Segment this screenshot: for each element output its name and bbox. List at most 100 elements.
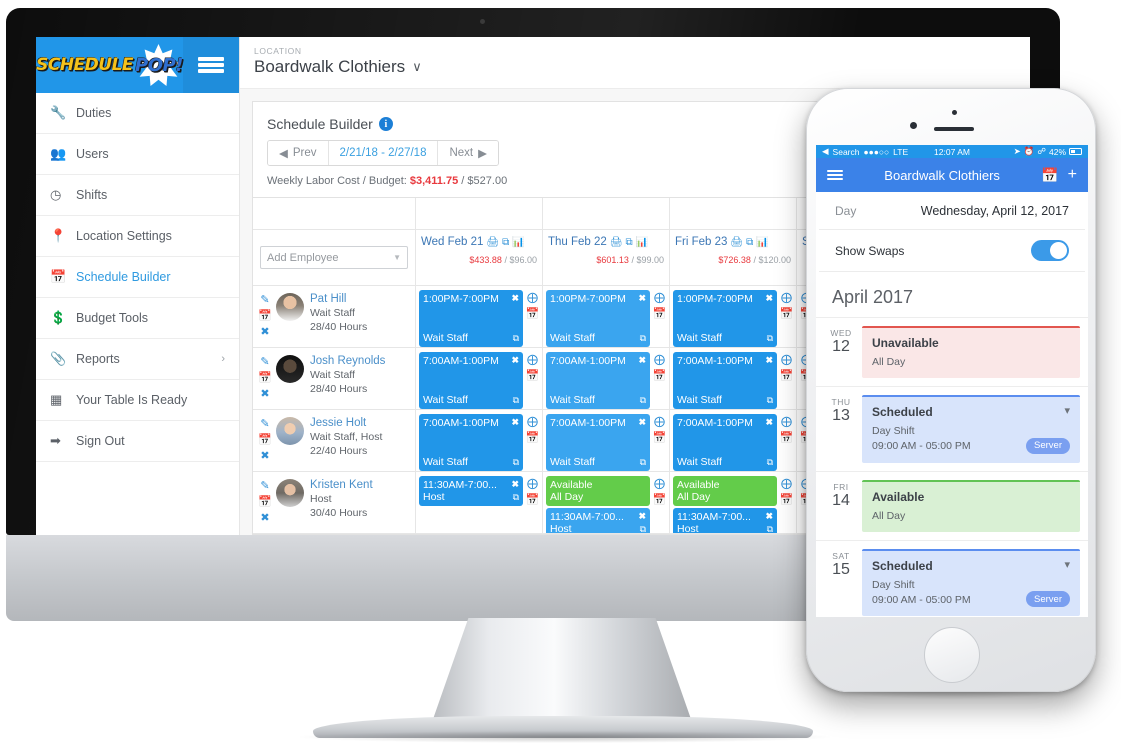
- add-shift-icon[interactable]: ⨁: [781, 353, 792, 366]
- hamburger-icon[interactable]: [183, 37, 239, 93]
- edit-icon[interactable]: ✎: [260, 293, 269, 306]
- shift-cell[interactable]: 11:30AM-7:00... ✖ Host ⧉ ⨁ 📅: [416, 472, 542, 534]
- shift-block[interactable]: 11:30AM-7:00... ✖ Host ⧉: [419, 476, 523, 506]
- calendar-icon[interactable]: 📅: [780, 431, 794, 444]
- chart-icon[interactable]: 📊: [636, 237, 648, 248]
- chevron-down-icon[interactable]: ▾: [1064, 404, 1070, 417]
- sidebar-item-schedule-builder[interactable]: 📅 Schedule Builder: [36, 257, 239, 298]
- show-swaps-toggle[interactable]: [1031, 240, 1069, 261]
- shift-cell[interactable]: 1:00PM-7:00PM ✖ Wait Staff ⧉ ⨁ 📅: [416, 286, 542, 348]
- copy-icon[interactable]: ⧉: [513, 492, 519, 503]
- add-shift-icon[interactable]: ⨁: [654, 415, 665, 428]
- shift-block[interactable]: 11:30AM-7:00... ✖ Host ⧉: [673, 508, 777, 533]
- calendar-icon[interactable]: 📅: [526, 369, 540, 382]
- copy-icon[interactable]: ⧉: [640, 333, 646, 344]
- calendar-icon[interactable]: 📅: [653, 369, 667, 382]
- sidebar-item-duties[interactable]: 🔧 Duties: [36, 93, 239, 134]
- copy-icon[interactable]: ⧉: [513, 457, 519, 468]
- entry-card[interactable]: Scheduled Day Shift 09:00 AM - 05:00 PM …: [862, 548, 1080, 617]
- add-shift-icon[interactable]: ⨁: [654, 291, 665, 304]
- printer-icon[interactable]: 🖨: [486, 237, 499, 248]
- add-shift-icon[interactable]: ⨁: [527, 477, 538, 490]
- sidebar-item-users[interactable]: 👥 Users: [36, 134, 239, 175]
- delete-shift-icon[interactable]: ✖: [511, 417, 519, 428]
- home-button[interactable]: [924, 627, 980, 683]
- calendar-icon[interactable]: 📅: [258, 309, 272, 322]
- employee-name[interactable]: Pat Hill: [310, 292, 367, 307]
- calendar-icon[interactable]: 📅: [1041, 167, 1058, 184]
- calendar-icon[interactable]: 📅: [653, 431, 667, 444]
- delete-shift-icon[interactable]: ✖: [511, 293, 519, 304]
- schedule-entry[interactable]: FRI 14 Available All Day: [816, 470, 1088, 540]
- copy-icon[interactable]: ⧉: [626, 237, 633, 248]
- copy-icon[interactable]: ⧉: [767, 457, 773, 468]
- add-shift-icon[interactable]: ⨁: [654, 353, 665, 366]
- delete-shift-icon[interactable]: ✖: [765, 355, 773, 366]
- delete-shift-icon[interactable]: ✖: [765, 293, 773, 304]
- shift-block[interactable]: 7:00AM-1:00PM ✖ Wait Staff ⧉: [673, 352, 777, 409]
- entry-card[interactable]: Available All Day: [862, 479, 1080, 532]
- edit-icon[interactable]: ✎: [260, 355, 269, 368]
- calendar-icon[interactable]: 📅: [526, 307, 540, 320]
- chart-icon[interactable]: 📊: [756, 237, 768, 248]
- shift-block[interactable]: 7:00AM-1:00PM ✖ Wait Staff ⧉: [419, 352, 523, 409]
- sidebar-item-your-table-is-ready[interactable]: ▦ Your Table Is Ready: [36, 380, 239, 421]
- sidebar-item-sign-out[interactable]: ➡ Sign Out: [36, 421, 239, 462]
- remove-icon[interactable]: ✖: [260, 511, 269, 524]
- shift-block[interactable]: 11:30AM-7:00... ✖ Host ⧉: [546, 508, 650, 533]
- delete-shift-icon[interactable]: ✖: [638, 511, 646, 522]
- shift-cell[interactable]: 7:00AM-1:00PM ✖ Wait Staff ⧉ ⨁ 📅: [543, 410, 669, 472]
- calendar-icon[interactable]: 📅: [653, 307, 667, 320]
- sidebar-item-budget-tools[interactable]: 💲 Budget Tools: [36, 298, 239, 339]
- day-row[interactable]: Day Wednesday, April 12, 2017: [819, 192, 1085, 230]
- add-shift-icon[interactable]: ⨁: [527, 291, 538, 304]
- remove-icon[interactable]: ✖: [260, 325, 269, 338]
- add-employee-select[interactable]: Add Employee ▼: [260, 246, 408, 269]
- schedule-entry[interactable]: SAT 15 Scheduled Day Shift 09:00 AM - 05…: [816, 539, 1088, 617]
- shift-block[interactable]: 1:00PM-7:00PM ✖ Wait Staff ⧉: [419, 290, 523, 347]
- shift-cell[interactable]: 1:00PM-7:00PM ✖ Wait Staff ⧉ ⨁ 📅: [543, 286, 669, 348]
- calendar-icon[interactable]: 📅: [780, 493, 794, 506]
- shift-cell[interactable]: 1:00PM-7:00PM ✖ Wait Staff ⧉ ⨁ 📅: [670, 286, 796, 348]
- remove-icon[interactable]: ✖: [260, 387, 269, 400]
- add-shift-icon[interactable]: ⨁: [781, 477, 792, 490]
- calendar-icon[interactable]: 📅: [780, 369, 794, 382]
- shift-cell[interactable]: 7:00AM-1:00PM ✖ Wait Staff ⧉ ⨁ 📅: [670, 348, 796, 410]
- add-icon[interactable]: +: [1068, 166, 1077, 184]
- calendar-icon[interactable]: 📅: [258, 371, 272, 384]
- shift-block[interactable]: 7:00AM-1:00PM ✖ Wait Staff ⧉: [419, 414, 523, 471]
- shift-cell[interactable]: 7:00AM-1:00PM ✖ Wait Staff ⧉ ⨁ 📅: [416, 410, 542, 472]
- shift-cell[interactable]: Available All Day 11:30AM-7:00... ✖ Host ⧉: [670, 472, 796, 534]
- calendar-icon[interactable]: 📅: [653, 493, 667, 506]
- copy-icon[interactable]: ⧉: [640, 395, 646, 406]
- delete-shift-icon[interactable]: ✖: [765, 417, 773, 428]
- calendar-icon[interactable]: 📅: [526, 431, 540, 444]
- edit-icon[interactable]: ✎: [260, 417, 269, 430]
- sidebar-item-reports[interactable]: 📎 Reports ›: [36, 339, 239, 380]
- schedule-entry[interactable]: WED 12 Unavailable All Day: [816, 317, 1088, 386]
- add-shift-icon[interactable]: ⨁: [654, 477, 665, 490]
- chevron-down-icon[interactable]: ▾: [1064, 558, 1070, 571]
- employee-name[interactable]: Jessie Holt: [310, 416, 382, 431]
- employee-name[interactable]: Josh Reynolds: [310, 354, 385, 369]
- availability-block[interactable]: Available All Day: [546, 476, 650, 506]
- shift-cell[interactable]: 7:00AM-1:00PM ✖ Wait Staff ⧉ ⨁ 📅: [416, 348, 542, 410]
- calendar-icon[interactable]: 📅: [258, 433, 272, 446]
- shift-cell[interactable]: Available All Day 11:30AM-7:00... ✖ Host ⧉: [543, 472, 669, 534]
- delete-shift-icon[interactable]: ✖: [638, 417, 646, 428]
- add-shift-icon[interactable]: ⨁: [527, 353, 538, 366]
- copy-icon[interactable]: ⧉: [767, 395, 773, 406]
- chart-icon[interactable]: 📊: [512, 237, 524, 248]
- sidebar-item-shifts[interactable]: ◷ Shifts: [36, 175, 239, 216]
- schedule-entry[interactable]: THU 13 Scheduled Day Shift 09:00 AM - 05…: [816, 386, 1088, 470]
- calendar-icon[interactable]: 📅: [526, 493, 540, 506]
- edit-icon[interactable]: ✎: [260, 479, 269, 492]
- copy-icon[interactable]: ⧉: [502, 237, 509, 248]
- sidebar-item-location-settings[interactable]: 📍 Location Settings: [36, 216, 239, 257]
- copy-icon[interactable]: ⧉: [513, 333, 519, 344]
- availability-block[interactable]: Available All Day: [673, 476, 777, 506]
- remove-icon[interactable]: ✖: [260, 449, 269, 462]
- entry-card[interactable]: Unavailable All Day: [862, 326, 1080, 379]
- delete-shift-icon[interactable]: ✖: [511, 479, 519, 490]
- copy-icon[interactable]: ⧉: [513, 395, 519, 406]
